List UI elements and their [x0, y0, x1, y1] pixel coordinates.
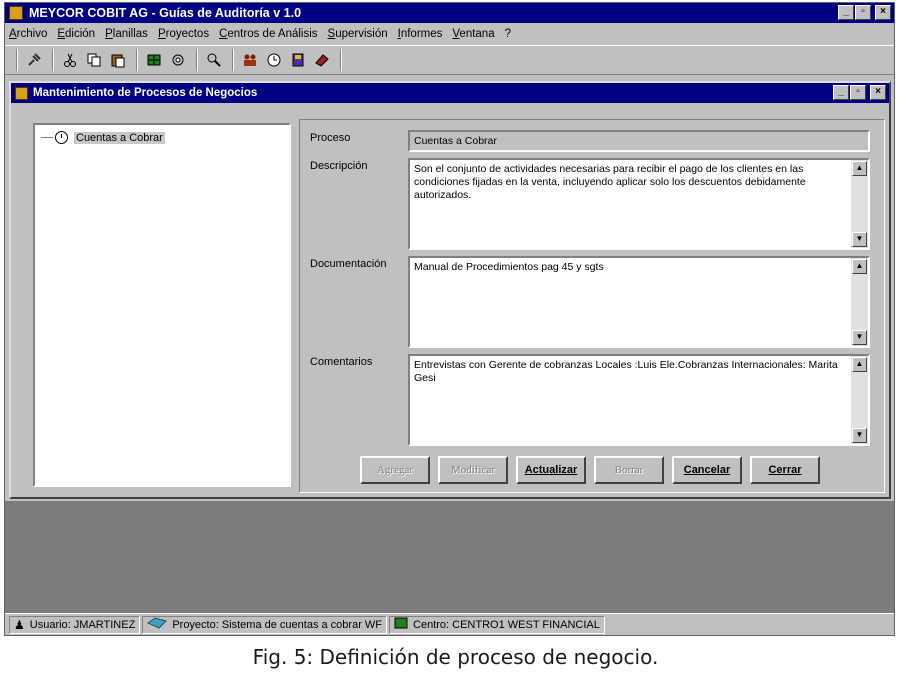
status-center: Centro: CENTRO1 WEST FINANCIAL: [389, 615, 605, 634]
cancelar-button[interactable]: Cancelar: [672, 456, 742, 484]
scroll-down-icon[interactable]: ▼: [852, 330, 867, 345]
cut-icon[interactable]: [59, 49, 81, 71]
menu-ventana[interactable]: Ventana: [452, 28, 494, 40]
business-process-window: Mantenimiento de Procesos de Negocios _ …: [9, 81, 891, 499]
scroll-up-icon[interactable]: ▲: [852, 357, 867, 372]
minimize-button[interactable]: _: [838, 5, 854, 20]
menu-centros-de-analisis[interactable]: Centros de Análisis: [219, 28, 317, 40]
toolbar-separator: [16, 49, 18, 71]
toolbar-separator: [340, 49, 342, 71]
process-tree[interactable]: Cuentas a Cobrar: [33, 123, 291, 487]
scroll-up-icon[interactable]: ▲: [852, 259, 867, 274]
close-button[interactable]: ×: [875, 5, 891, 20]
action-buttons: Agregar Modificar Actualizar Borrar Canc…: [360, 456, 820, 484]
app-logo-icon: [9, 6, 23, 20]
proceso-value: Cuentas a Cobrar: [414, 135, 497, 147]
book-icon[interactable]: [287, 49, 309, 71]
toolbar-separator: [52, 49, 54, 71]
comentarios-label: Comentarios: [310, 356, 373, 368]
pin-icon[interactable]: [23, 49, 45, 71]
scroll-up-icon[interactable]: ▲: [852, 161, 867, 176]
menu-supervision[interactable]: Supervisión: [328, 28, 388, 40]
clock-icon: [55, 131, 68, 144]
documentacion-scrollbar[interactable]: ▲ ▼: [851, 258, 868, 346]
menu-bar: Archivo Edición Planillas Proyectos Cent…: [5, 24, 894, 44]
people-icon[interactable]: [239, 49, 261, 71]
app-window: MEYCOR COBIT AG - Guías de Auditoría v 1…: [4, 2, 895, 636]
maximize-button[interactable]: ▫: [855, 5, 871, 20]
proceso-field[interactable]: Cuentas a Cobrar: [408, 130, 870, 152]
agregar-button[interactable]: Agregar: [360, 456, 430, 484]
child-minimize-button[interactable]: _: [833, 85, 849, 100]
comentarios-field[interactable]: Entrevistas con Gerente de cobranzas Loc…: [408, 354, 870, 446]
comentarios-value: Entrevistas con Gerente de cobranzas Loc…: [414, 359, 838, 384]
process-form: Proceso Cuentas a Cobrar Descripción Son…: [299, 119, 885, 493]
borrar-button[interactable]: Borrar: [594, 456, 664, 484]
toolbar-separator: [136, 49, 138, 71]
app-title: MEYCOR COBIT AG - Guías de Auditoría v 1…: [29, 6, 302, 20]
status-center-text: Centro: CENTRO1 WEST FINANCIAL: [413, 618, 600, 631]
tree-connector: [41, 137, 53, 138]
figure-caption: Fig. 5: Definición de proceso de negocio…: [252, 645, 659, 669]
toolbar-separator: [232, 49, 234, 71]
child-maximize-button[interactable]: ▫: [850, 85, 866, 100]
toolbar-separator: [196, 49, 198, 71]
menu-planillas[interactable]: Planillas: [105, 28, 148, 40]
gear-icon[interactable]: [167, 49, 189, 71]
copy-icon[interactable]: [83, 49, 105, 71]
tree-node-label[interactable]: Cuentas a Cobrar: [74, 131, 165, 144]
menu-edicion[interactable]: Edición: [57, 28, 95, 40]
toolbar: [5, 45, 894, 75]
descripcion-value: Son el conjunto de actividades necesaria…: [414, 163, 806, 201]
documentacion-label: Documentación: [310, 258, 387, 270]
paste-icon[interactable]: [107, 49, 129, 71]
project-icon: [147, 617, 168, 632]
user-icon: ♟: [14, 617, 25, 632]
search-icon[interactable]: [203, 49, 225, 71]
descripcion-scrollbar[interactable]: ▲ ▼: [851, 160, 868, 248]
window-logo-icon: [15, 86, 28, 100]
comentarios-scrollbar[interactable]: ▲ ▼: [851, 356, 868, 444]
descripcion-field[interactable]: Son el conjunto de actividades necesaria…: [408, 158, 870, 250]
status-user-text: Usuario: JMARTINEZ: [29, 618, 136, 631]
child-close-button[interactable]: ×: [870, 85, 886, 100]
child-window-title: Mantenimiento de Procesos de Negocios: [33, 87, 258, 99]
app-title-bar: MEYCOR COBIT AG - Guías de Auditoría v 1…: [5, 3, 894, 23]
descripcion-label: Descripción: [310, 160, 368, 172]
scroll-down-icon[interactable]: ▼: [852, 428, 867, 443]
actualizar-button[interactable]: Actualizar: [516, 456, 586, 484]
menu-proyectos[interactable]: Proyectos: [158, 28, 209, 40]
center-icon: [394, 617, 408, 632]
tree-node[interactable]: Cuentas a Cobrar: [41, 131, 165, 144]
scroll-down-icon[interactable]: ▼: [852, 232, 867, 247]
grid-icon[interactable]: [143, 49, 165, 71]
documentacion-value: Manual de Procedimientos pag 45 y sgts: [414, 261, 604, 273]
mdi-background: [5, 501, 894, 613]
status-project-text: Proyecto: Sistema de cuentas a cobrar WF: [172, 618, 383, 631]
status-user: ♟ Usuario: JMARTINEZ: [9, 615, 141, 634]
menu-help[interactable]: ?: [505, 28, 511, 40]
menu-archivo[interactable]: Archivo: [9, 28, 47, 40]
eraser-icon[interactable]: [311, 49, 333, 71]
status-bar: ♟ Usuario: JMARTINEZ Proyecto: Sistema d…: [5, 613, 894, 635]
proceso-label: Proceso: [310, 132, 351, 144]
documentacion-field[interactable]: Manual de Procedimientos pag 45 y sgts ▲…: [408, 256, 870, 348]
clock-icon[interactable]: [263, 49, 285, 71]
menu-informes[interactable]: Informes: [398, 28, 443, 40]
status-project: Proyecto: Sistema de cuentas a cobrar WF: [142, 615, 388, 634]
child-title-bar: Mantenimiento de Procesos de Negocios _ …: [11, 83, 889, 103]
modificar-button[interactable]: Modificar: [438, 456, 508, 484]
cerrar-button[interactable]: Cerrar: [750, 456, 820, 484]
